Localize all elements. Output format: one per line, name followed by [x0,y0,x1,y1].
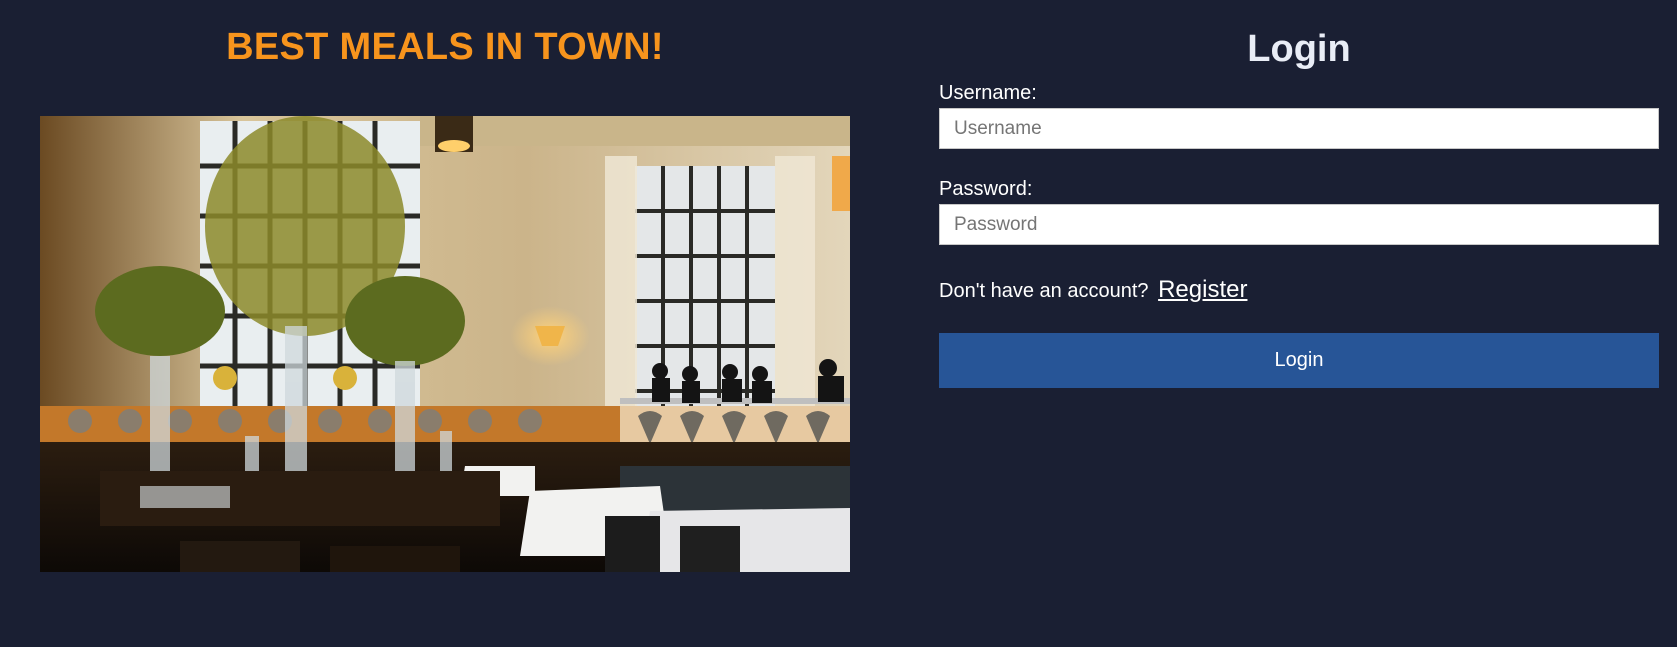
restaurant-image [40,116,850,572]
password-label: Password: [939,178,1033,200]
register-prompt-row: Don't have an account? Register [939,276,1247,304]
register-link[interactable]: Register [1158,276,1247,303]
restaurant-illustration [40,116,850,572]
username-input[interactable] [939,108,1659,149]
login-button[interactable]: Login [939,333,1659,388]
login-page: BEST MEALS IN TOWN! Login Username: User… [0,0,1677,647]
password-input[interactable] [939,204,1659,245]
hero-heading: BEST MEALS IN TOWN! [226,26,664,68]
username-label: Username: [939,82,1037,104]
login-title: Login [1247,28,1351,70]
register-prompt-text: Don't have an account? [939,280,1149,302]
